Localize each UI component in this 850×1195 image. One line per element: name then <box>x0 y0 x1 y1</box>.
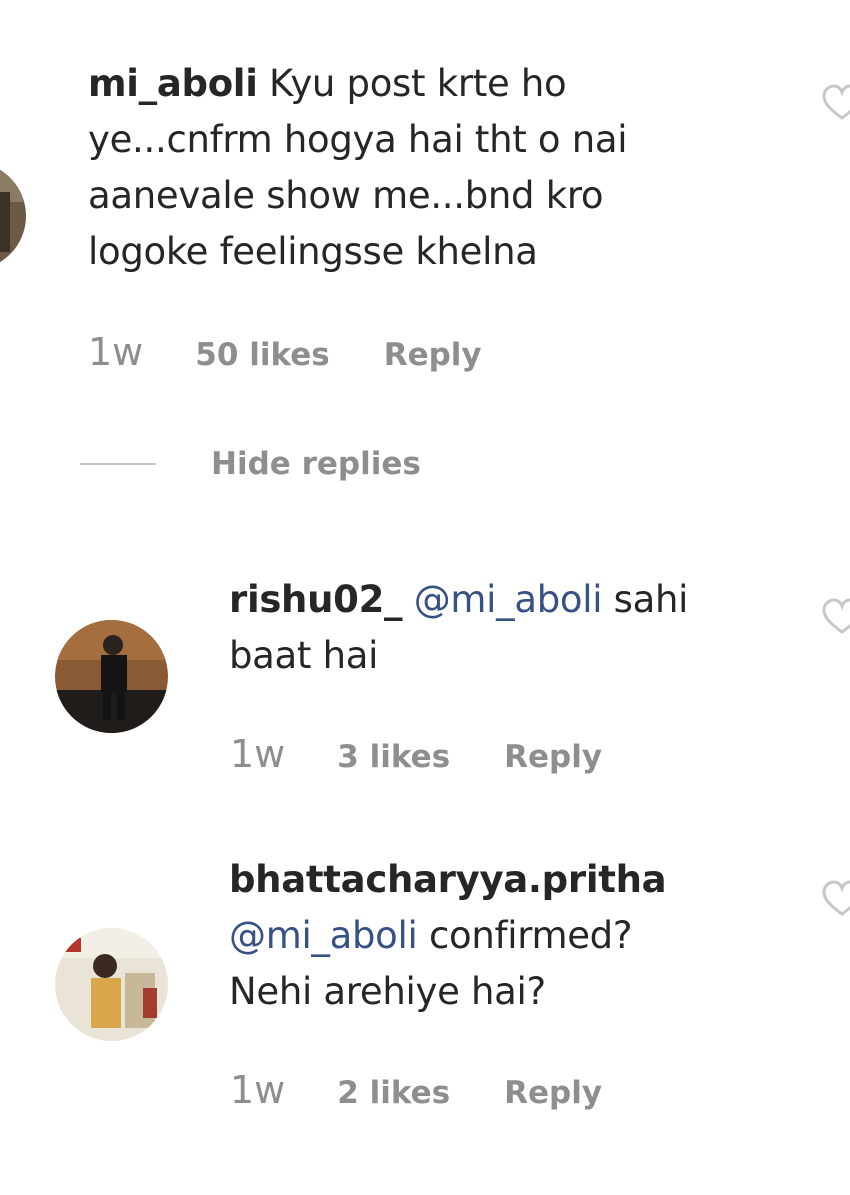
comment-body: logoke feelingsse khelna <box>88 230 538 273</box>
comment-username[interactable]: mi_aboli <box>88 62 258 105</box>
mention-link[interactable]: @mi_aboli <box>229 914 418 957</box>
mention-link[interactable]: @mi_aboli <box>414 578 603 621</box>
comment-body: ye...cnfrm hogya hai tht o nai <box>88 118 628 161</box>
reply-likes[interactable]: 3 likes <box>337 739 450 775</box>
heart-outline-icon[interactable] <box>822 880 850 920</box>
hide-replies-label: Hide replies <box>211 446 421 482</box>
reply-body: baat hai <box>229 634 379 677</box>
reply-username[interactable]: rishu02_ <box>229 578 403 621</box>
reply-button[interactable]: Reply <box>384 337 482 373</box>
comment-body: Kyu post krte ho <box>269 62 567 105</box>
reply-body: sahi <box>613 578 689 621</box>
avatar[interactable] <box>0 162 26 270</box>
reply-time[interactable]: 1w <box>230 1068 285 1112</box>
avatar[interactable] <box>55 620 168 733</box>
reply-username[interactable]: bhattacharyya.pritha <box>229 858 667 901</box>
comment-likes[interactable]: 50 likes <box>195 337 329 373</box>
reply-time[interactable]: 1w <box>230 732 285 776</box>
heart-outline-icon[interactable] <box>822 84 850 124</box>
reply-body: Nehi arehiye hai? <box>229 970 546 1013</box>
comment-text: mi_aboli Kyu post krte ho ye...cnfrm hog… <box>88 56 628 280</box>
heart-outline-icon[interactable] <box>822 598 850 638</box>
reply-text: rishu02_ @mi_aboli sahi baat hai <box>229 572 688 684</box>
reply-meta: 1w 2 likes Reply <box>230 1068 602 1112</box>
reply-likes[interactable]: 2 likes <box>337 1075 450 1111</box>
reply-button[interactable]: Reply <box>504 739 602 775</box>
reply-button[interactable]: Reply <box>504 1075 602 1111</box>
reply-body: confirmed? <box>428 914 633 957</box>
divider-line <box>80 463 156 465</box>
comment-body: aanevale show me...bnd kro <box>88 174 604 217</box>
hide-replies-toggle[interactable]: Hide replies <box>80 446 421 482</box>
avatar[interactable] <box>55 928 168 1041</box>
comment-meta: 1w 50 likes Reply <box>88 330 482 374</box>
reply-text: bhattacharyya.pritha @mi_aboli confirmed… <box>229 852 667 1020</box>
comment-time[interactable]: 1w <box>88 330 143 374</box>
reply-meta: 1w 3 likes Reply <box>230 732 602 776</box>
